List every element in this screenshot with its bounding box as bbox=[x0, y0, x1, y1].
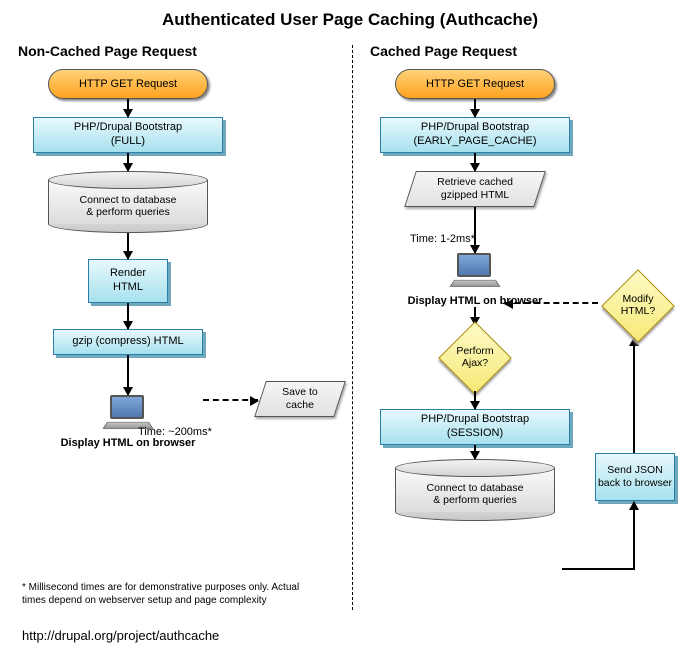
column-divider bbox=[352, 45, 353, 610]
data-retrieve-cached: Retrieve cached gzipped HTML bbox=[404, 171, 546, 207]
arrow bbox=[474, 153, 476, 171]
decision-perform-ajax: Perform Ajax? bbox=[438, 329, 512, 387]
line bbox=[633, 502, 635, 570]
database-right: Connect to database & perform queries bbox=[395, 459, 555, 521]
time-left: Time: ~200ms* bbox=[138, 426, 212, 438]
laptop-icon-right bbox=[450, 253, 500, 293]
arrow-dashed-save bbox=[203, 399, 258, 401]
time-right: Time: 1-2ms* bbox=[410, 233, 475, 245]
footnote: * Millisecond times are for demonstrativ… bbox=[22, 582, 322, 607]
arrow bbox=[127, 233, 129, 259]
arrow bbox=[127, 99, 129, 117]
url: http://drupal.org/project/authcache bbox=[22, 628, 219, 643]
data-save-to-cache: Save to cache bbox=[254, 381, 346, 417]
line bbox=[633, 338, 635, 453]
page-title: Authenticated User Page Caching (Authcac… bbox=[0, 0, 700, 30]
arrow bbox=[127, 303, 129, 329]
process-bootstrap-session: PHP/Drupal Bootstrap (SESSION) bbox=[380, 409, 570, 445]
heading-left: Non-Cached Page Request bbox=[18, 43, 338, 59]
column-non-cached: Non-Cached Page Request HTTP GET Request… bbox=[18, 43, 338, 449]
process-bootstrap-full: PHP/Drupal Bootstrap (FULL) bbox=[33, 117, 223, 153]
caption-display-right: Display HTML on browser bbox=[408, 295, 543, 307]
process-render-html: Render HTML bbox=[88, 259, 168, 303]
arrow-dashed-modify bbox=[505, 302, 598, 304]
column-cached: Cached Page Request HTTP GET Request PHP… bbox=[370, 43, 690, 521]
terminator-http-get-right: HTTP GET Request bbox=[395, 69, 555, 99]
decision-modify-html: Modify HTML? bbox=[601, 277, 675, 335]
arrowhead bbox=[633, 502, 635, 503]
arrow bbox=[127, 153, 129, 171]
arrow bbox=[474, 207, 476, 253]
process-gzip: gzip (compress) HTML bbox=[53, 329, 203, 355]
process-bootstrap-early: PHP/Drupal Bootstrap (EARLY_PAGE_CACHE) bbox=[380, 117, 570, 153]
line bbox=[562, 568, 635, 570]
arrow bbox=[474, 99, 476, 117]
caption-display-left: Display HTML on browser bbox=[61, 437, 196, 449]
arrow bbox=[474, 391, 476, 409]
arrow bbox=[127, 355, 129, 395]
database-left: Connect to database & perform queries bbox=[48, 171, 208, 233]
arrow bbox=[474, 445, 476, 459]
terminator-http-get-left: HTTP GET Request bbox=[48, 69, 208, 99]
heading-right: Cached Page Request bbox=[370, 43, 690, 59]
process-send-json: Send JSON back to browser bbox=[595, 453, 675, 501]
